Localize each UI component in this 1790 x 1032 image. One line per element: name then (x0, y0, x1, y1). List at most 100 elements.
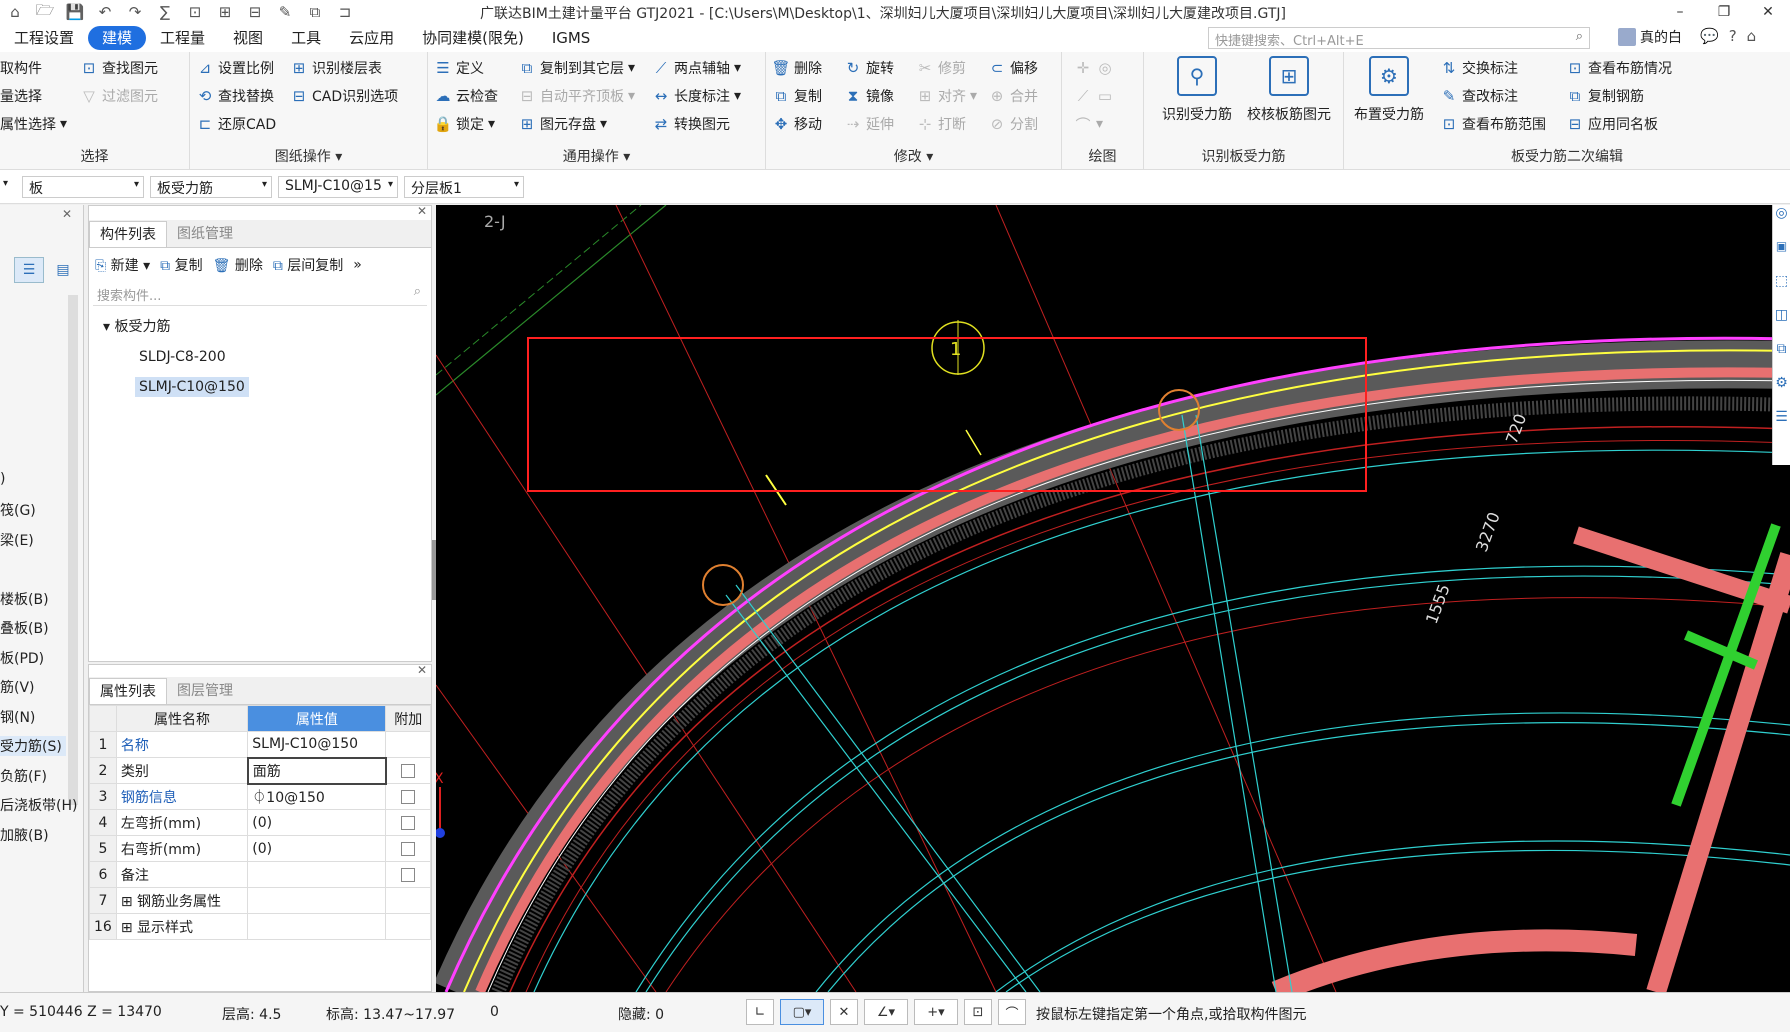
prop-extra[interactable] (385, 809, 431, 836)
prop-extra[interactable] (385, 835, 431, 862)
copy-icon[interactable]: ⧉ (304, 3, 326, 21)
nav-item-post-pour-band[interactable]: 后浇板带(H) (0, 795, 77, 815)
list-icon[interactable]: ☰ (1773, 409, 1790, 443)
ortho-icon[interactable]: ∟ (746, 999, 774, 1025)
grid-icon[interactable]: ⊞ (214, 3, 236, 21)
prop-extra[interactable] (385, 783, 431, 810)
trim-button[interactable]: ✂ 修剪 (916, 56, 966, 80)
place-rebar-button[interactable]: ⚙ 布置受力筋 (1344, 56, 1434, 124)
convert-element-button[interactable]: ⇄ 转换图元 (652, 112, 730, 136)
recognize-floor-table-button[interactable]: ⊞ 识别楼层表 (290, 56, 382, 80)
menu-project-settings[interactable]: 工程设置 (0, 26, 88, 50)
sum-icon[interactable]: ∑ (154, 3, 176, 21)
panel-splitter[interactable] (432, 540, 436, 600)
prop-value[interactable]: SLMJ-C10@150 (247, 731, 387, 758)
menu-cloud[interactable]: 云应用 (335, 26, 408, 50)
property-row[interactable]: 1 名称 SLMJ-C10@150 (89, 731, 431, 758)
user-info[interactable]: 真的白 (1618, 27, 1682, 47)
prop-value[interactable]: 面筋 (246, 756, 387, 785)
mirror-button[interactable]: ⧗ 镜像 (844, 84, 894, 108)
nav-item[interactable]: ) (0, 471, 5, 487)
view-3d-icon[interactable]: ⬚ (1773, 273, 1790, 307)
merge-button[interactable]: ⊕ 合并 (988, 84, 1038, 108)
extra-checkbox[interactable] (401, 763, 416, 778)
extra-checkbox[interactable] (401, 841, 416, 856)
property-row[interactable]: 16 ⊞ 显示样式 (89, 913, 431, 940)
nav-item-composite-slab[interactable]: 叠板(B) (0, 618, 49, 638)
nav-item-raft[interactable]: 筏(G) (0, 500, 36, 520)
edit-label-button[interactable]: ✎ 查改标注 (1440, 84, 1518, 108)
tab-property-list[interactable]: 属性列表 (89, 678, 167, 704)
apply-same-slab-button[interactable]: ⊟ 应用同名板 (1566, 112, 1658, 136)
break-button[interactable]: ⊹ 打断 (916, 112, 966, 136)
table-icon[interactable]: ⊟ (244, 3, 266, 21)
prop-value[interactable] (247, 861, 387, 888)
tree-root[interactable]: ▾ 板受力筋 (89, 312, 431, 342)
more-icon[interactable]: » (353, 257, 362, 273)
property-row[interactable]: 2 类别 面筋 (89, 756, 431, 785)
check-slab-rebar-button[interactable]: ⊞ 校核板筋图元 (1244, 56, 1334, 124)
combo-left-stub[interactable]: ▾ (0, 176, 12, 198)
help-icon[interactable]: ? (1729, 27, 1737, 45)
extra-checkbox[interactable] (401, 867, 416, 882)
length-dimension-button[interactable]: ↔ 长度标注 ▾ (652, 84, 741, 108)
property-row[interactable]: 7 ⊞ 钢筋业务属性 (89, 887, 431, 914)
settings-icon[interactable]: ⚙ (1773, 375, 1790, 409)
define-button[interactable]: ☰ 定义 (434, 56, 484, 80)
curve-icon[interactable]: ⌒ (998, 999, 1026, 1025)
save-element-button[interactable]: ⊞ 图元存盘 ▾ (518, 112, 607, 136)
batch-select-button[interactable]: 量选择 (0, 84, 42, 108)
property-row[interactable]: 6 备注 (89, 861, 431, 888)
copy-rebar-button[interactable]: ⧉ 复制钢筋 (1566, 84, 1644, 108)
menu-modeling[interactable]: 建模 (88, 26, 147, 50)
copy-between-floors-button[interactable]: ⧉ 层间复制 (273, 255, 343, 275)
tab-drawing-management[interactable]: 图纸管理 (167, 221, 243, 247)
menu-tools[interactable]: 工具 (277, 26, 335, 50)
floor-type-combo[interactable]: 板 ▾ (22, 176, 144, 198)
filter-element-button[interactable]: ▽ 过滤图元 (80, 84, 158, 108)
pick-component-button[interactable]: 取构件 (0, 56, 42, 80)
menu-igms[interactable]: IGMS (538, 26, 605, 50)
set-scale-button[interactable]: ⊿ 设置比例 (196, 56, 274, 80)
message-icon[interactable]: 💬 (1700, 27, 1719, 45)
rotate-button[interactable]: ↻ 旋转 (844, 56, 894, 80)
card-view-icon[interactable]: ▤ (50, 257, 76, 283)
nav-item-negative-rebar[interactable]: 负筋(F) (0, 766, 47, 786)
nav-scrollbar[interactable] (68, 295, 78, 805)
list-view-icon[interactable]: ☰ (14, 257, 44, 283)
angle-snap-icon[interactable]: ∠▾ (864, 999, 908, 1025)
layers-icon[interactable]: ⧉ (1773, 341, 1790, 375)
prop-extra[interactable] (385, 861, 431, 888)
cad-options-button[interactable]: ⊟ CAD识别选项 (290, 84, 398, 108)
prop-value[interactable]: (0) (247, 809, 387, 836)
property-close-icon[interactable]: ✕ (417, 663, 427, 677)
offset-button[interactable]: ⊂ 偏移 (988, 56, 1038, 80)
nav-item-pd[interactable]: 板(PD) (0, 648, 44, 668)
draw-line-button[interactable]: ⟋ ▭ (1074, 84, 1114, 108)
nav-item-slab[interactable]: 楼板(B) (0, 589, 49, 609)
copy-component-button[interactable]: ⧉ 复制 (160, 255, 202, 275)
align-button[interactable]: ⊞ 对齐 ▾ (916, 84, 977, 108)
prop-value[interactable]: ⏀10@150 (247, 783, 387, 810)
restore-button[interactable]: ❐ (1702, 4, 1746, 20)
prop-value[interactable] (247, 887, 387, 914)
property-row[interactable]: 3 钢筋信息 ⏀10@150 (89, 783, 431, 810)
prop-extra[interactable] (385, 731, 431, 758)
move-button[interactable]: ✥ 移动 (772, 112, 822, 136)
delete-component-button[interactable]: 🗑 删除 (213, 255, 263, 275)
component-name-combo[interactable]: SLMJ-C10@15 ▾ (278, 176, 398, 198)
nav-close-icon[interactable]: ✕ (62, 207, 72, 221)
offset-input-icon[interactable]: +▾ (914, 999, 958, 1025)
two-point-axis-button[interactable]: ⟋ 两点辅轴 ▾ (652, 56, 741, 80)
shortcut-search-input[interactable]: 快捷键搜索、Ctrl+Alt+E ⌕ (1208, 27, 1590, 49)
menu-collab[interactable]: 协同建模(限免) (408, 26, 538, 50)
cross-snap-icon[interactable]: ✕ (830, 999, 858, 1025)
view-cube-icon[interactable]: ◎ (1773, 205, 1790, 239)
snap-toggle-icon[interactable]: ▢▾ (780, 999, 824, 1025)
nav-item-haunch[interactable]: 加腋(B) (0, 825, 49, 845)
swap-label-button[interactable]: ⇅ 交换标注 (1440, 56, 1518, 80)
view-rebar-range-button[interactable]: ⊡ 查看布筋范围 (1440, 112, 1546, 136)
drawing-canvas[interactable]: 1 2-J 720 3270 1555 X ◎ ▣ ⬚ ◫ ⧉ ⚙ ☰ (436, 205, 1790, 992)
property-row[interactable]: 5 右弯折(mm) (0) (89, 835, 431, 862)
split-button[interactable]: ⊘ 分割 (988, 112, 1038, 136)
